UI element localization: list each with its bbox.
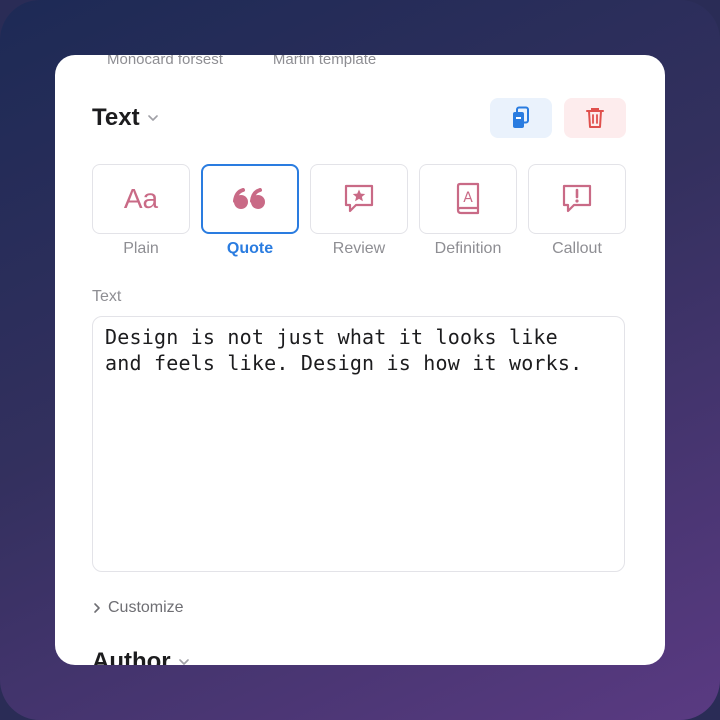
trash-icon (586, 108, 604, 128)
style-box-definition: A (419, 164, 517, 234)
style-option-quote[interactable]: Quote (201, 164, 299, 258)
style-selector: Aa Plain Quote Review A Definition Callo… (92, 164, 626, 258)
chevron-right-icon (94, 603, 100, 613)
style-option-plain[interactable]: Aa Plain (92, 164, 190, 258)
style-option-definition[interactable]: A Definition (419, 164, 517, 258)
style-box-plain: Aa (92, 164, 190, 234)
style-label-quote: Quote (226, 240, 274, 257)
copy-button[interactable] (490, 98, 552, 138)
chevron-down-icon (147, 115, 158, 121)
background-frame: Monocard forsest Martin template Text Aa… (0, 0, 720, 720)
author-title: Author (92, 648, 171, 665)
delete-button[interactable] (564, 98, 626, 138)
style-label-plain: Plain (123, 240, 159, 257)
copy-icon (513, 106, 529, 128)
customize-label: Customize (108, 599, 184, 616)
svg-text:A: A (463, 190, 473, 206)
aa-icon: Aa (123, 183, 159, 214)
style-label-review: Review (332, 240, 386, 257)
style-option-review[interactable]: Review (310, 164, 408, 258)
exclamation-bubble-icon (562, 184, 592, 213)
template-tabs: Monocard forsest Martin template (107, 55, 376, 68)
style-label-callout: Callout (552, 240, 602, 257)
quote-icon (233, 188, 265, 209)
book-icon: A (456, 182, 480, 215)
text-field-label: Text (92, 288, 122, 305)
tab-martin-template[interactable]: Martin template (273, 55, 376, 68)
style-box-quote (201, 164, 299, 234)
author-header[interactable]: Author (92, 648, 189, 665)
text-input[interactable]: Design is not just what it looks like an… (92, 316, 625, 572)
style-option-callout[interactable]: Callout (528, 164, 626, 258)
section-header[interactable]: Text (92, 104, 158, 132)
star-bubble-icon (344, 184, 374, 213)
editor-panel: Monocard forsest Martin template Text Aa… (55, 55, 665, 665)
style-box-review (310, 164, 408, 234)
section-title: Text (92, 104, 140, 131)
chevron-down-icon (178, 659, 189, 665)
customize-disclosure[interactable]: Customize (92, 599, 184, 617)
style-label-definition: Definition (434, 240, 502, 257)
tab-monocard-forsest[interactable]: Monocard forsest (107, 55, 223, 68)
style-box-callout (528, 164, 626, 234)
